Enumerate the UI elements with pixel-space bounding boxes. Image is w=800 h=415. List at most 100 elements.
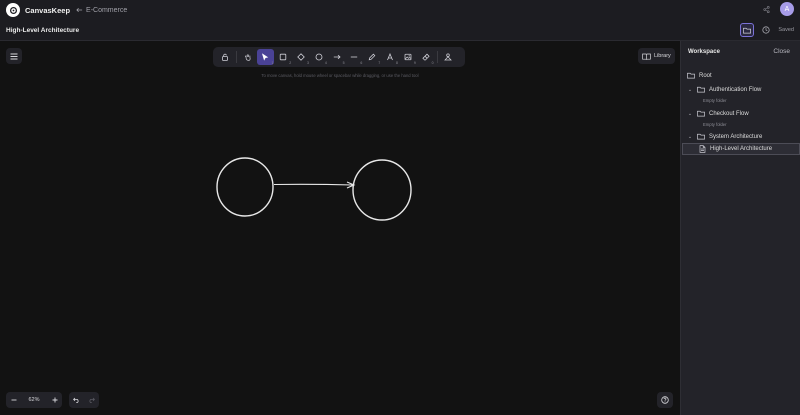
back-label: E-Commerce: [86, 6, 128, 14]
line-icon: [351, 56, 358, 58]
pencil-icon: [368, 53, 376, 61]
tool-line[interactable]: 6: [346, 49, 364, 65]
drawing-toolbar: 1 2 3 4 5 6 7 8 9 0: [213, 47, 465, 67]
zoom-in-button[interactable]: [47, 392, 62, 408]
book-icon: [642, 53, 651, 60]
tool-image[interactable]: 9: [399, 49, 417, 65]
canvas-hint: To move canvas, hold mouse wheel or spac…: [261, 73, 419, 78]
history-controls: [69, 392, 99, 408]
tree-item-label: Root: [699, 72, 712, 79]
tree-item-label: High-Level Architecture: [710, 146, 773, 152]
image-icon: [404, 53, 412, 61]
workspace-sidebar: Workspace Close Root ⌄ Authentication Fl…: [680, 41, 800, 415]
drawing-canvas[interactable]: 1 2 3 4 5 6 7 8 9 0 Library To move canv…: [0, 41, 680, 415]
shortcut-number: 5: [342, 61, 345, 65]
sidebar-title: Workspace: [688, 49, 720, 55]
hand-icon: [244, 54, 251, 61]
shortcut-number: 8: [396, 61, 398, 65]
arrow-icon: [333, 54, 341, 60]
workspace-toggle-button[interactable]: [740, 23, 755, 37]
tool-ellipse[interactable]: 4: [310, 49, 328, 65]
tree-item-label: Authentication Flow: [709, 86, 762, 93]
folder-icon: [743, 27, 752, 34]
library-label: Library: [654, 53, 671, 59]
circle-shape-right[interactable]: [352, 159, 412, 221]
connector-arrow[interactable]: [273, 183, 354, 186]
clock-icon: [762, 26, 770, 34]
rectangle-icon: [280, 53, 287, 61]
help-icon: [661, 396, 669, 404]
tree-item-label: Checkout Flow: [709, 110, 749, 117]
undo-button[interactable]: [69, 392, 84, 408]
tree-item-empty-note: Empty folder: [703, 122, 727, 127]
ellipse-icon: [315, 53, 323, 61]
zoom-out-button[interactable]: [6, 392, 21, 408]
shortcut-number: 2: [289, 61, 292, 65]
tool-rectangle[interactable]: 2: [274, 49, 292, 65]
sidebar-close-button[interactable]: Close: [773, 48, 790, 55]
tree-item-authentication-flow[interactable]: ⌄ Authentication Flow: [681, 84, 800, 95]
chevron-down-icon[interactable]: ⌄: [686, 111, 694, 117]
shortcut-number: 3: [307, 61, 309, 65]
tool-pencil[interactable]: 7: [363, 49, 381, 65]
tree-item-label: System Architecture: [709, 133, 763, 140]
folder-icon: [697, 133, 705, 140]
minus-icon: [11, 399, 16, 401]
cursor-icon: [262, 53, 269, 61]
folder-icon: [697, 110, 705, 117]
tree-item-empty-note: Empty folder: [703, 98, 727, 103]
app-root: CanvasKeep E-Commerce A High-Level Archi…: [0, 0, 800, 415]
shortcut-number: 9: [413, 61, 416, 65]
tool-text[interactable]: 8: [381, 49, 399, 65]
lock-icon: [221, 53, 228, 61]
redo-button[interactable]: [84, 392, 99, 408]
toolbar-divider: [235, 51, 237, 63]
shortcut-number: 6: [360, 61, 363, 65]
document-bar: High-Level Architecture Saved: [0, 20, 800, 41]
shortcut-number: 1: [271, 61, 274, 65]
tool-select[interactable]: 1: [256, 49, 275, 65]
tool-diamond[interactable]: 3: [292, 49, 310, 65]
main-menu-button[interactable]: [6, 48, 22, 64]
help-button[interactable]: [657, 392, 673, 408]
shortcut-number: 0: [431, 61, 434, 65]
tool-more-shapes[interactable]: [440, 49, 458, 65]
tree-item-checkout-flow[interactable]: ⌄ Checkout Flow: [681, 108, 800, 119]
top-bar: CanvasKeep E-Commerce A: [0, 0, 800, 20]
shortcut-number: 4: [324, 61, 327, 65]
tool-hand[interactable]: [239, 49, 257, 65]
zoom-level[interactable]: 62%: [21, 397, 47, 403]
arrow-left-icon: [76, 7, 83, 13]
user-avatar[interactable]: A: [780, 2, 794, 16]
share-icon[interactable]: [763, 5, 770, 13]
tree-item-system-architecture[interactable]: ⌄ System Architecture: [681, 131, 800, 142]
chevron-down-icon[interactable]: ⌄: [686, 87, 694, 93]
plus-icon: [52, 397, 57, 403]
tree-item-root[interactable]: Root: [681, 70, 800, 81]
tool-arrow[interactable]: 5: [328, 49, 346, 65]
diamond-icon: [297, 53, 305, 61]
library-button[interactable]: Library: [638, 48, 675, 64]
app-logo-icon[interactable]: [6, 3, 20, 17]
hamburger-icon: [10, 53, 18, 59]
eraser-icon: [422, 53, 430, 61]
tree-item-high-level-architecture[interactable]: High-Level Architecture: [682, 143, 800, 155]
undo-icon: [73, 397, 79, 403]
folder-icon: [687, 72, 695, 79]
folder-icon: [697, 86, 705, 93]
tool-eraser[interactable]: 0: [417, 49, 435, 65]
tool-lock[interactable]: [216, 49, 234, 65]
back-link[interactable]: E-Commerce: [76, 7, 127, 14]
circle-shape-left[interactable]: [216, 157, 274, 217]
document-title: High-Level Architecture: [6, 26, 80, 34]
app-name: CanvasKeep: [25, 5, 71, 15]
shortcut-number: 7: [378, 61, 381, 65]
text-icon: [387, 53, 393, 61]
redo-icon: [89, 397, 95, 403]
save-status: Saved: [778, 27, 794, 33]
toolbar-divider: [436, 51, 438, 63]
history-button[interactable]: [759, 23, 773, 37]
chevron-down-icon[interactable]: ⌄: [686, 134, 694, 140]
canvas-drawing[interactable]: [0, 41, 680, 415]
zoom-controls: 62%: [6, 392, 62, 408]
